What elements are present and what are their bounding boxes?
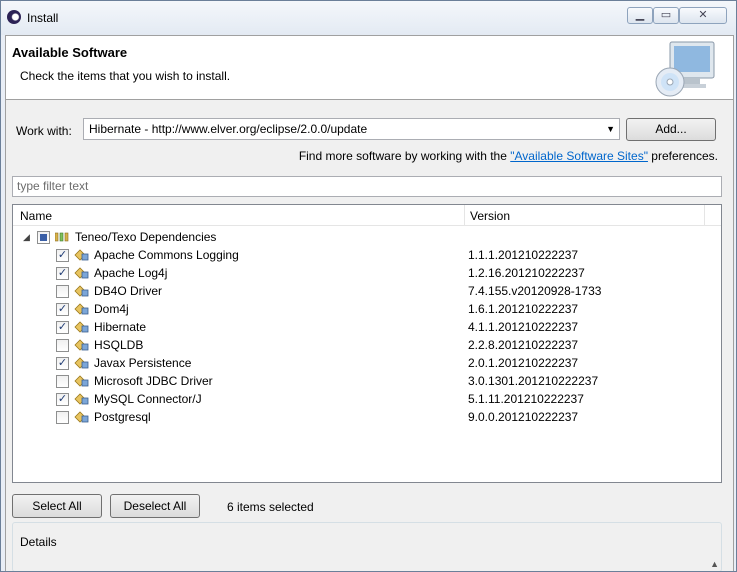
list-item[interactable]: HSQLDB 2.2.8.201210222237 — [13, 336, 721, 354]
title-bar: Install ▁ ▭ ✕ — [1, 1, 736, 35]
plugin-icon — [74, 357, 89, 369]
item-version: 5.1.11.201210222237 — [468, 392, 584, 406]
plugin-icon — [74, 285, 89, 297]
banner-heading: Available Software — [12, 45, 128, 60]
item-checkbox[interactable]: ✓ — [56, 249, 69, 262]
work-with-label: Work with: — [16, 124, 72, 138]
close-button[interactable]: ✕ — [679, 7, 727, 24]
plugin-icon — [74, 339, 89, 351]
category-row[interactable]: ◢ Teneo/Texo Dependencies — [13, 228, 721, 246]
item-version: 1.1.1.201210222237 — [468, 248, 579, 262]
column-divider — [704, 205, 705, 226]
available-software-sites-link[interactable]: "Available Software Sites" — [510, 149, 648, 163]
item-name: HSQLDB — [94, 338, 144, 352]
column-divider — [464, 205, 465, 226]
find-more-text: Find more software by working with the "… — [299, 149, 718, 163]
item-name: Dom4j — [94, 302, 129, 316]
filter-placeholder: type filter text — [17, 179, 89, 193]
find-more-prefix: Find more software by working with the — [298, 149, 507, 163]
item-name: Postgresql — [94, 410, 151, 424]
item-checkbox[interactable]: ✓ — [56, 303, 69, 316]
plugin-icon — [74, 267, 89, 279]
item-checkbox[interactable] — [56, 411, 69, 424]
list-item[interactable]: Microsoft JDBC Driver 3.0.1301.2012102222… — [13, 372, 721, 390]
chevron-down-icon[interactable]: ▼ — [606, 119, 615, 139]
item-version: 2.2.8.201210222237 — [468, 338, 579, 352]
plugin-icon — [74, 249, 89, 261]
item-checkbox[interactable]: ✓ — [56, 321, 69, 334]
item-version: 4.1.1.201210222237 — [468, 320, 579, 334]
list-item[interactable]: ✓ Javax Persistence 2.0.1.201210222237 — [13, 354, 721, 372]
table-header: Name Version — [13, 205, 721, 226]
plugin-icon — [74, 303, 89, 315]
item-name: Apache Log4j — [94, 266, 168, 280]
list-item[interactable]: ✓ Dom4j 1.6.1.201210222237 — [13, 300, 721, 318]
item-name: Javax Persistence — [94, 356, 192, 370]
selected-count: 6 items selected — [227, 500, 314, 514]
col-version-header[interactable]: Version — [470, 209, 510, 223]
item-name: Microsoft JDBC Driver — [94, 374, 213, 388]
banner-subtitle: Check the items that you wish to install… — [20, 69, 231, 83]
item-checkbox[interactable] — [56, 339, 69, 352]
work-with-combo[interactable]: Hibernate - http://www.elver.org/eclipse… — [83, 118, 620, 140]
details-group: Details ▲ — [12, 522, 722, 571]
item-checkbox[interactable]: ✓ — [56, 267, 69, 280]
category-checkbox[interactable] — [37, 231, 50, 244]
item-checkbox[interactable]: ✓ — [56, 393, 69, 406]
item-name: Apache Commons Logging — [94, 248, 239, 262]
item-name: DB4O Driver — [94, 284, 163, 298]
plugin-icon — [74, 375, 89, 387]
item-checkbox[interactable]: ✓ — [56, 357, 69, 370]
select-all-button[interactable]: Select All — [12, 494, 102, 518]
category-label: Teneo/Texo Dependencies — [75, 230, 217, 244]
plugin-icon — [74, 321, 89, 333]
item-version: 7.4.155.v20120928-1733 — [468, 284, 602, 298]
scroll-up-icon[interactable]: ▲ — [710, 559, 719, 569]
find-more-suffix: preferences. — [651, 149, 718, 163]
work-with-value: Hibernate - http://www.elver.org/eclipse… — [89, 122, 368, 136]
category-icon — [55, 232, 69, 242]
eclipse-icon — [7, 10, 21, 24]
collapse-triangle-icon[interactable]: ◢ — [23, 232, 30, 243]
maximize-button[interactable]: ▭ — [653, 7, 679, 24]
item-checkbox[interactable] — [56, 285, 69, 298]
item-checkbox[interactable] — [56, 375, 69, 388]
list-item[interactable]: ✓ MySQL Connector/J 5.1.11.201210222237 — [13, 390, 721, 408]
item-version: 9.0.0.201210222237 — [468, 410, 579, 424]
list-item[interactable]: ✓ Apache Commons Logging 1.1.1.20121022223… — [13, 246, 721, 264]
item-name: MySQL Connector/J — [94, 392, 202, 406]
monitor-cd-icon — [655, 41, 715, 97]
list-item[interactable]: ✓ Apache Log4j 1.2.16.201210222237 — [13, 264, 721, 282]
header-banner: Available Software Check the items that … — [6, 36, 733, 100]
item-version: 2.0.1.201210222237 — [468, 356, 579, 370]
minimize-button[interactable]: ▁ — [627, 7, 653, 24]
software-tree[interactable]: Name Version ◢ Teneo/Texo Dependencies ✓… — [12, 204, 722, 483]
col-name-header[interactable]: Name — [20, 209, 52, 223]
list-item[interactable]: ✓ Hibernate 4.1.1.201210222237 — [13, 318, 721, 336]
item-name: Hibernate — [94, 320, 147, 334]
plugin-icon — [74, 411, 89, 423]
details-label: Details — [20, 535, 57, 549]
filter-input[interactable]: type filter text — [12, 176, 722, 197]
add-button[interactable]: Add... — [626, 118, 716, 141]
window-title: Install — [27, 11, 59, 25]
item-version: 1.2.16.201210222237 — [468, 266, 585, 280]
install-dialog: Install ▁ ▭ ✕ Available Software Check t… — [0, 0, 737, 572]
item-version: 1.6.1.201210222237 — [468, 302, 579, 316]
dialog-content: Available Software Check the items that … — [5, 35, 734, 571]
list-item[interactable]: DB4O Driver 7.4.155.v20120928-1733 — [13, 282, 721, 300]
plugin-icon — [74, 393, 89, 405]
item-version: 3.0.1301.201210222237 — [468, 374, 599, 388]
list-item[interactable]: Postgresql 9.0.0.201210222237 — [13, 408, 721, 426]
deselect-all-button[interactable]: Deselect All — [110, 494, 200, 518]
